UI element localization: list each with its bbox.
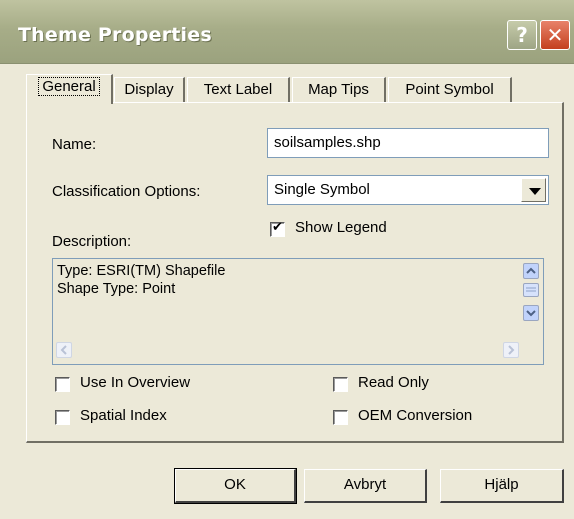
tab-text-label[interactable]: Text Label (187, 77, 290, 102)
title-bar[interactable]: Theme Properties ? ✕ (0, 0, 574, 64)
window-title: Theme Properties (18, 24, 212, 46)
use-in-overview-checkbox[interactable] (55, 377, 70, 392)
scroll-thumb[interactable] (523, 283, 539, 297)
cancel-button[interactable]: Avbryt (304, 469, 427, 503)
description-line: Type: ESRI(TM) Shapefile (57, 263, 226, 279)
close-icon[interactable]: ✕ (540, 20, 570, 50)
classification-label: Classification Options: (52, 183, 201, 200)
show-legend-checkbox[interactable] (270, 220, 285, 237)
description-label: Description: (52, 233, 132, 250)
read-only-checkbox[interactable] (333, 377, 348, 392)
ok-button[interactable]: OK (174, 468, 297, 504)
tab-general[interactable]: General (26, 74, 113, 104)
chevron-down-icon[interactable] (521, 178, 546, 202)
classification-dropdown[interactable]: Single Symbol (267, 175, 549, 205)
oem-conversion-checkbox[interactable] (333, 410, 348, 425)
scroll-up-icon[interactable] (523, 263, 539, 279)
scroll-left-icon[interactable] (56, 342, 72, 358)
spatial-index-checkbox[interactable] (55, 410, 70, 425)
use-in-overview-label: Use In Overview (80, 374, 191, 391)
help-button[interactable]: Hjälp (440, 469, 564, 503)
show-legend-label: Show Legend (295, 219, 387, 236)
name-input-value: soilsamples.shp (274, 134, 381, 151)
name-label: Name: (52, 136, 97, 153)
tab-point-symbol[interactable]: Point Symbol (388, 77, 512, 102)
help-icon[interactable]: ? (507, 20, 537, 50)
scroll-right-icon[interactable] (503, 342, 519, 358)
read-only-label: Read Only (358, 374, 429, 391)
name-input[interactable]: soilsamples.shp (267, 128, 549, 158)
description-textarea[interactable]: Type: ESRI(TM) Shapefile Shape Type: Poi… (52, 258, 544, 365)
description-line: Shape Type: Point (57, 281, 176, 297)
classification-value: Single Symbol (274, 181, 370, 198)
oem-conversion-label: OEM Conversion (358, 407, 473, 424)
tab-map-tips[interactable]: Map Tips (292, 77, 386, 102)
tab-display[interactable]: Display (114, 77, 185, 102)
scroll-down-icon[interactable] (523, 305, 539, 321)
spatial-index-label: Spatial Index (80, 407, 167, 424)
